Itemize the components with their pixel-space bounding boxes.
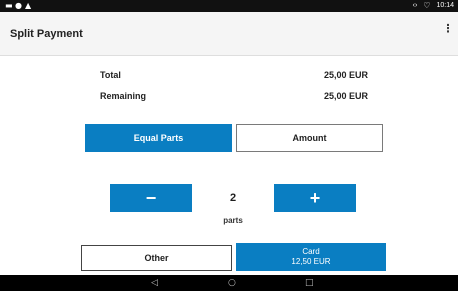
- total-value: 25,00 EUR: [323, 70, 368, 80]
- signal-icon: ‹›: [412, 2, 418, 9]
- increment-button[interactable]: +: [274, 184, 356, 212]
- status-time: 10:14: [436, 2, 454, 9]
- navigation-bar: ◁ ○ □: [0, 275, 458, 291]
- decrement-button[interactable]: −: [110, 184, 192, 212]
- card-amount: 12,50 EUR: [291, 257, 331, 266]
- card-payment-button[interactable]: Card 12,50 EUR: [236, 243, 386, 271]
- back-triangle-icon[interactable]: ◁: [151, 278, 158, 288]
- tab-amount[interactable]: Amount: [236, 124, 383, 152]
- message-icon: ▬: [5, 1, 13, 10]
- more-vert-icon[interactable]: ⋮: [442, 22, 454, 36]
- tab-equal-parts[interactable]: Equal Parts: [85, 124, 232, 152]
- page-title: Split Payment: [10, 28, 83, 40]
- app-bar: Split Payment ⋮: [0, 12, 458, 56]
- card-label: Card: [302, 247, 320, 256]
- total-label: Total: [100, 70, 121, 80]
- recents-square-icon[interactable]: □: [305, 278, 314, 288]
- status-right: ‹› ♡ 10:14: [413, 1, 454, 11]
- parts-label: parts: [223, 216, 243, 225]
- home-circle-icon[interactable]: ○: [228, 278, 236, 288]
- info-icon: ●: [15, 1, 22, 10]
- warning-icon: ▲: [25, 1, 32, 10]
- wifi-icon: ♡: [423, 1, 431, 10]
- other-payment-button[interactable]: Other: [81, 245, 232, 271]
- status-bar: ▬ ● ▲ ‹› ♡ 10:14: [0, 0, 458, 12]
- remaining-value: 25,00 EUR: [323, 91, 368, 101]
- remaining-label: Remaining: [100, 91, 147, 101]
- parts-count: 2: [194, 184, 272, 212]
